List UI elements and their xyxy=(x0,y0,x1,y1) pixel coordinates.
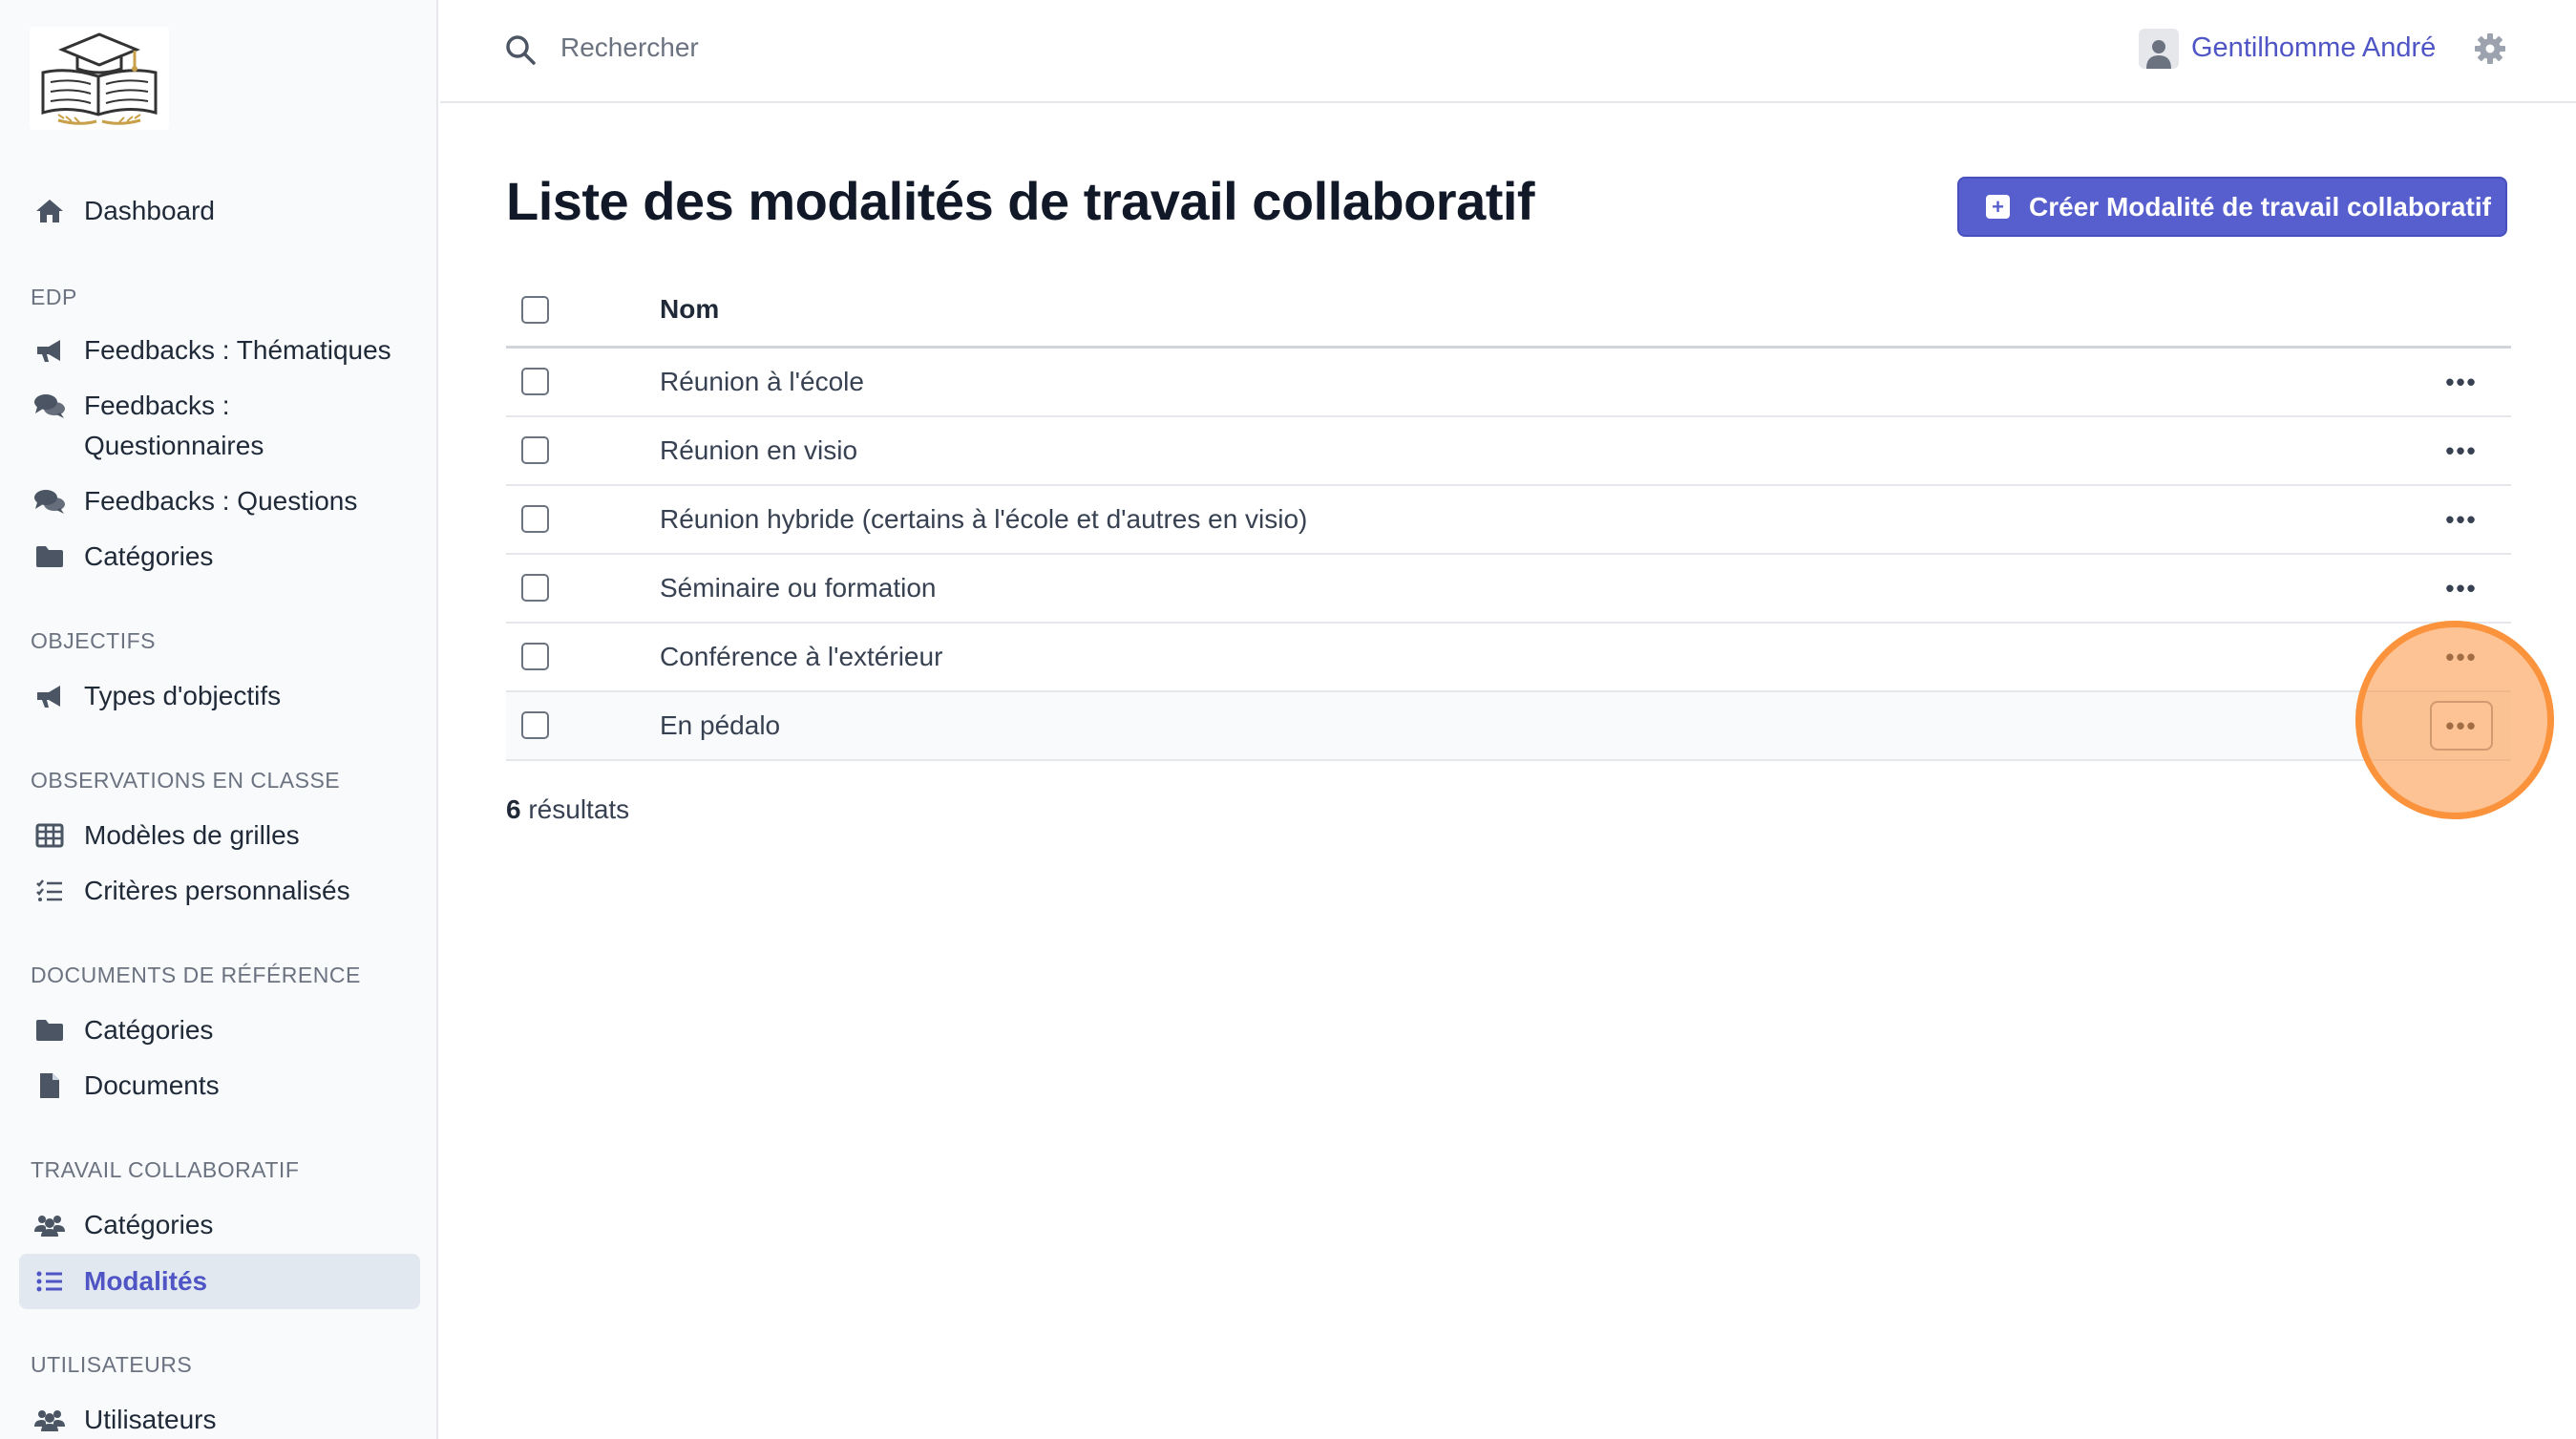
file-icon xyxy=(31,1066,69,1106)
select-all-checkbox[interactable] xyxy=(521,296,549,324)
users-icon xyxy=(31,1400,69,1439)
page-title: Liste des modalités de travail collabora… xyxy=(506,171,1535,231)
folder-icon xyxy=(31,1010,69,1050)
sidebar: Dashboard EDP Feedbacks : Thématiques Fe… xyxy=(0,0,438,1439)
sidebar-section-observations: OBSERVATIONS EN CLASSE xyxy=(31,768,341,793)
row-actions-button[interactable]: ••• xyxy=(2430,503,2493,536)
sidebar-section-edp: EDP xyxy=(31,285,77,309)
sidebar-item-travail-categories[interactable]: Catégories xyxy=(19,1205,420,1245)
avatar[interactable] xyxy=(2139,29,2179,69)
app-root: Dashboard EDP Feedbacks : Thématiques Fe… xyxy=(0,0,2576,1439)
sidebar-item-edp-categories[interactable]: Catégories xyxy=(19,537,420,577)
row-name[interactable]: Conférence à l'extérieur xyxy=(660,642,942,672)
sidebar-item-label: Feedbacks : Thématiques xyxy=(84,335,391,365)
folder-icon xyxy=(31,537,69,577)
sidebar-item-label: Types d'objectifs xyxy=(84,681,282,710)
row-checkbox[interactable] xyxy=(521,368,549,395)
sidebar-item-criteres[interactable]: Critères personnalisés xyxy=(19,871,420,911)
row-checkbox[interactable] xyxy=(521,505,549,533)
topbar: Rechercher Gentilhomme André xyxy=(440,0,2576,103)
sidebar-item-label: Critères personnalisés xyxy=(84,876,350,905)
create-modalite-button[interactable]: + Créer Modalité de travail collaboratif xyxy=(1957,177,2507,237)
sidebar-item-doc-categories[interactable]: Catégories xyxy=(19,1010,420,1050)
sidebar-item-label: Catégories xyxy=(84,541,214,571)
list-icon xyxy=(31,1261,69,1301)
sidebar-item-label: Modalités xyxy=(84,1266,208,1296)
sidebar-item-types-objectifs[interactable]: Types d'objectifs xyxy=(19,676,420,716)
table-icon xyxy=(31,815,69,856)
table-row[interactable]: Conférence à l'extérieur ••• xyxy=(506,624,2511,692)
modalites-table: Nom Réunion à l'école ••• Réunion en vis… xyxy=(506,277,2511,761)
plus-square-icon: + xyxy=(1986,195,2010,219)
row-name[interactable]: Réunion à l'école xyxy=(660,367,864,397)
sidebar-item-label: Feedbacks : xyxy=(84,391,230,420)
results-number: 6 xyxy=(506,794,521,824)
sidebar-item-feedbacks-thematiques[interactable]: Feedbacks : Thématiques xyxy=(19,330,420,370)
row-name[interactable]: Réunion hybride (certains à l'école et d… xyxy=(660,504,1307,535)
sidebar-item-modalites[interactable]: Modalités xyxy=(19,1254,420,1309)
row-name[interactable]: En pédalo xyxy=(660,710,780,741)
sidebar-item-label: Questionnaires xyxy=(84,431,264,460)
sidebar-item-feedbacks-questions[interactable]: Feedbacks : Questions xyxy=(19,481,420,521)
row-actions-button[interactable]: ••• xyxy=(2430,434,2493,467)
sidebar-item-feedbacks-questionnaires[interactable]: Feedbacks : Questionnaires xyxy=(19,386,420,466)
user-menu-name[interactable]: Gentilhomme André xyxy=(2191,32,2436,64)
megaphone-icon xyxy=(31,330,69,370)
row-name[interactable]: Réunion en visio xyxy=(660,435,857,466)
sidebar-item-label: Catégories xyxy=(84,1210,214,1239)
column-header-nom[interactable]: Nom xyxy=(660,294,719,325)
sidebar-item-modeles-grilles[interactable]: Modèles de grilles xyxy=(19,815,420,856)
search-icon[interactable] xyxy=(505,34,536,70)
row-actions-button[interactable]: ••• xyxy=(2430,572,2493,604)
row-actions-button[interactable]: ••• xyxy=(2430,641,2493,673)
sidebar-section-utilisateurs: UTILISATEURS xyxy=(31,1352,193,1377)
comments-icon xyxy=(31,386,69,426)
sidebar-item-utilisateurs[interactable]: Utilisateurs xyxy=(19,1400,420,1439)
sidebar-item-label: Feedbacks : Questions xyxy=(84,486,358,516)
table-header: Nom xyxy=(506,277,2511,349)
sidebar-item-documents[interactable]: Documents xyxy=(19,1066,420,1106)
row-checkbox[interactable] xyxy=(521,574,549,602)
row-checkbox[interactable] xyxy=(521,711,549,739)
sidebar-item-label: Documents xyxy=(84,1070,220,1100)
gear-icon[interactable] xyxy=(2474,32,2506,70)
table-row[interactable]: En pédalo ••• xyxy=(506,692,2511,761)
comments-icon xyxy=(31,481,69,521)
users-icon xyxy=(31,1205,69,1245)
sidebar-section-travail: TRAVAIL COLLABORATIF xyxy=(31,1157,300,1182)
table-row[interactable]: Réunion hybride (certains à l'école et d… xyxy=(506,486,2511,555)
row-actions-button[interactable]: ••• xyxy=(2430,366,2493,398)
table-row[interactable]: Séminaire ou formation ••• xyxy=(506,555,2511,624)
sidebar-item-label: Modèles de grilles xyxy=(84,820,300,850)
table-row[interactable]: Réunion à l'école ••• xyxy=(506,349,2511,417)
sidebar-item-label: Dashboard xyxy=(84,196,215,225)
results-count: 6 résultats xyxy=(506,794,629,825)
sidebar-section-objectifs: OBJECTIFS xyxy=(31,628,157,653)
row-name[interactable]: Séminaire ou formation xyxy=(660,573,936,603)
app-logo[interactable] xyxy=(30,27,169,130)
results-label: résultats xyxy=(528,794,630,824)
sidebar-item-label: Utilisateurs xyxy=(84,1405,217,1434)
table-row[interactable]: Réunion en visio ••• xyxy=(506,417,2511,486)
row-checkbox[interactable] xyxy=(521,643,549,670)
list-check-icon xyxy=(31,871,69,911)
home-icon xyxy=(31,191,69,231)
sidebar-section-documents: DOCUMENTS DE RÉFÉRENCE xyxy=(31,963,361,987)
megaphone-icon xyxy=(31,676,69,716)
create-button-label: Créer Modalité de travail collaboratif xyxy=(2029,191,2491,222)
row-checkbox[interactable] xyxy=(521,436,549,464)
search-input[interactable]: Rechercher xyxy=(560,32,699,63)
row-actions-button[interactable]: ••• xyxy=(2430,701,2493,751)
sidebar-item-label: Catégories xyxy=(84,1015,214,1045)
sidebar-item-dashboard[interactable]: Dashboard xyxy=(19,191,420,231)
